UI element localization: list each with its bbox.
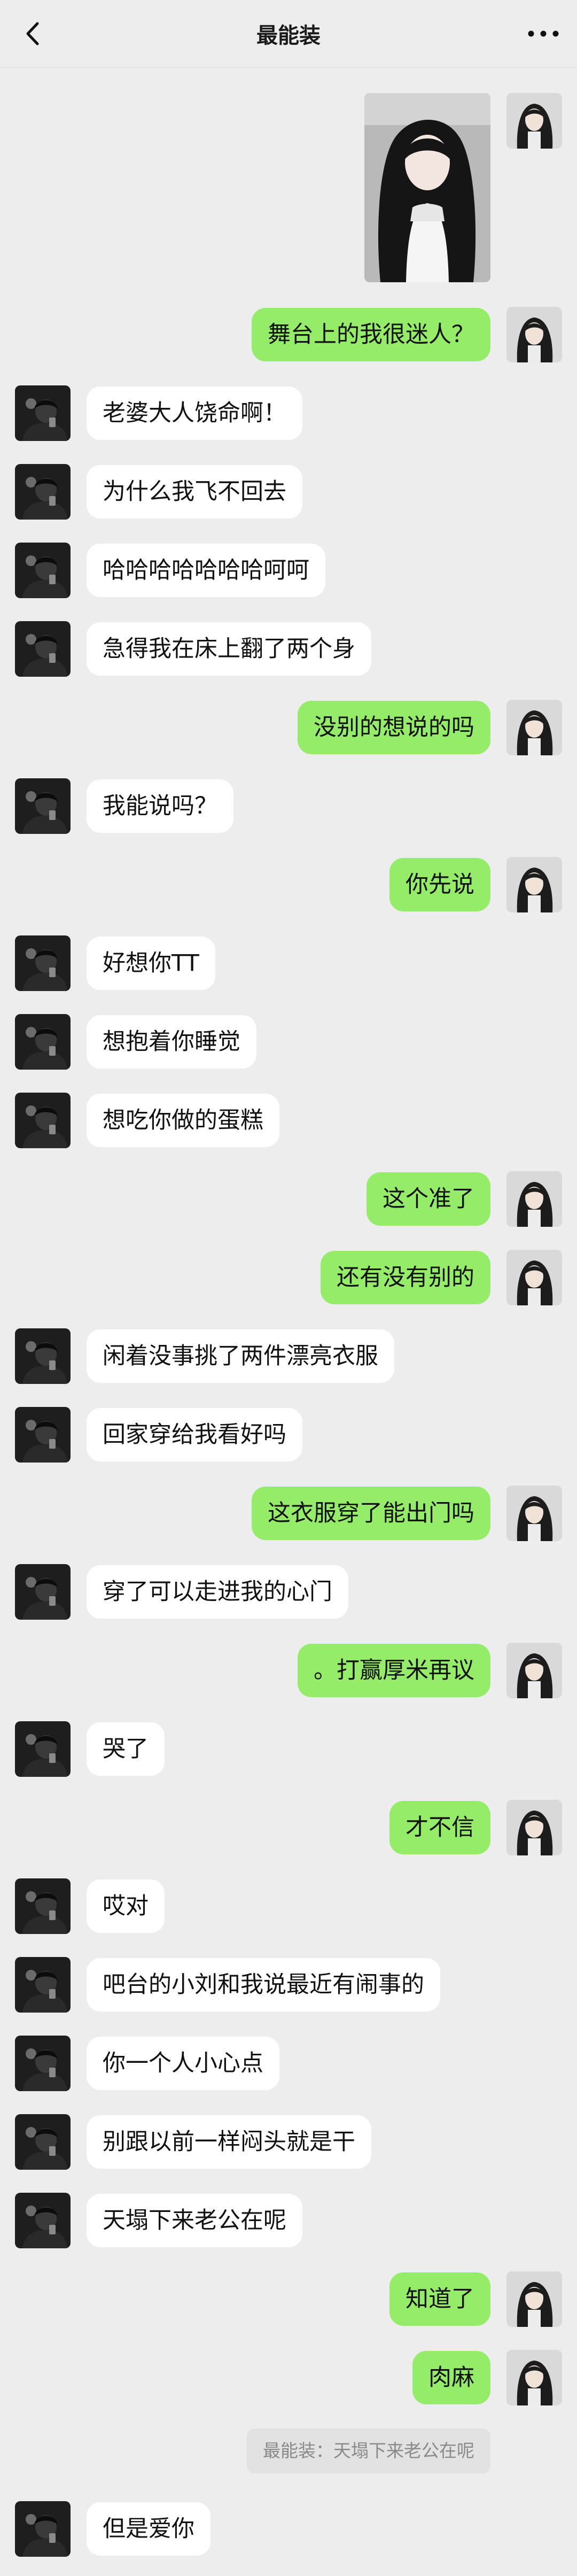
my-avatar[interactable] — [506, 1171, 562, 1227]
top-bar: 最能装 — [0, 0, 577, 68]
message-bubble[interactable]: 舞台上的我很迷人？ — [252, 308, 490, 361]
my-avatar[interactable] — [506, 1486, 562, 1541]
contact-avatar[interactable] — [15, 1093, 71, 1148]
image-message[interactable] — [364, 93, 490, 282]
contact-avatar[interactable] — [15, 1957, 71, 2013]
my-avatar[interactable] — [506, 1643, 562, 1698]
message-bubble[interactable]: 为什么我飞不回去 — [87, 465, 302, 519]
contact-avatar[interactable] — [15, 1878, 71, 1934]
my-avatar[interactable] — [506, 307, 562, 362]
quoted-reply[interactable]: 最能装：天塌下来老公在呢 — [247, 2428, 490, 2473]
message-bubble[interactable]: 别跟以前一样闷头就是干 — [87, 2115, 371, 2169]
my-avatar[interactable] — [506, 700, 562, 755]
message-bubble[interactable]: 你一个人小心点 — [87, 2037, 279, 2090]
message-bubble[interactable]: 哎对 — [87, 1879, 165, 1933]
message-bubble[interactable]: 这衣服穿了能出门吗 — [252, 1487, 490, 1540]
my-avatar[interactable] — [506, 93, 562, 149]
contact-avatar[interactable] — [15, 1407, 71, 1463]
message-bubble[interactable]: 想抱着你睡觉 — [87, 1015, 256, 1069]
more-dots-icon — [528, 30, 559, 37]
contact-avatar[interactable] — [15, 2501, 71, 2557]
message-bubble[interactable]: 回家穿给我看好吗 — [87, 1408, 302, 1461]
message-bubble[interactable]: 我能说吗？ — [87, 779, 233, 833]
message-bubble[interactable]: 穿了可以走进我的心门 — [87, 1565, 348, 1619]
contact-avatar[interactable] — [15, 621, 71, 677]
my-avatar[interactable] — [506, 857, 562, 912]
message-bubble[interactable]: 哭了 — [87, 1722, 165, 1776]
message-bubble[interactable]: 急得我在床上翻了两个身 — [87, 622, 371, 676]
message-bubble[interactable]: 还有没有别的 — [321, 1251, 490, 1304]
contact-avatar[interactable] — [15, 385, 71, 441]
contact-avatar[interactable] — [15, 1721, 71, 1777]
more-button[interactable] — [525, 21, 562, 46]
message-bubble[interactable]: 你先说 — [389, 858, 490, 911]
contact-avatar[interactable] — [15, 1564, 71, 1620]
contact-avatar[interactable] — [15, 935, 71, 991]
message-bubble[interactable]: 好想你TT — [87, 937, 215, 990]
message-bubble[interactable]: 想吃你做的蛋糕 — [87, 1094, 279, 1147]
my-avatar[interactable] — [506, 1250, 562, 1305]
message-bubble[interactable]: 肉麻 — [412, 2351, 490, 2404]
message-bubble[interactable]: 闲着没事挑了两件漂亮衣服 — [87, 1329, 394, 1383]
my-avatar[interactable] — [506, 1800, 562, 1855]
contact-avatar[interactable] — [15, 778, 71, 834]
message-bubble[interactable]: 哈哈哈哈哈哈哈呵呵 — [87, 544, 325, 597]
chat-title: 最能装 — [256, 24, 321, 48]
contact-avatar[interactable] — [15, 543, 71, 598]
message-bubble[interactable]: 吧台的小刘和我说最近有闹事的 — [87, 1958, 440, 2012]
my-avatar[interactable] — [506, 2271, 562, 2327]
contact-avatar[interactable] — [15, 2114, 71, 2170]
message-bubble[interactable]: 。打赢厚米再议 — [298, 1644, 490, 1697]
message-bubble[interactable]: 这个准了 — [367, 1172, 490, 1226]
message-bubble[interactable]: 但是爱你 — [87, 2502, 210, 2556]
contact-avatar[interactable] — [15, 1014, 71, 1070]
contact-avatar[interactable] — [15, 2193, 71, 2248]
message-bubble[interactable]: 老婆大人饶命啊！ — [87, 386, 302, 440]
contact-avatar[interactable] — [15, 2036, 71, 2091]
message-bubble[interactable]: 知道了 — [389, 2272, 490, 2326]
contact-avatar[interactable] — [15, 464, 71, 520]
message-bubble[interactable]: 天塌下来老公在呢 — [87, 2194, 302, 2247]
contact-avatar[interactable] — [15, 1328, 71, 1384]
message-bubble[interactable]: 才不信 — [389, 1801, 490, 1854]
message-bubble[interactable]: 没别的想说的吗 — [298, 701, 490, 754]
my-avatar[interactable] — [506, 2350, 562, 2405]
